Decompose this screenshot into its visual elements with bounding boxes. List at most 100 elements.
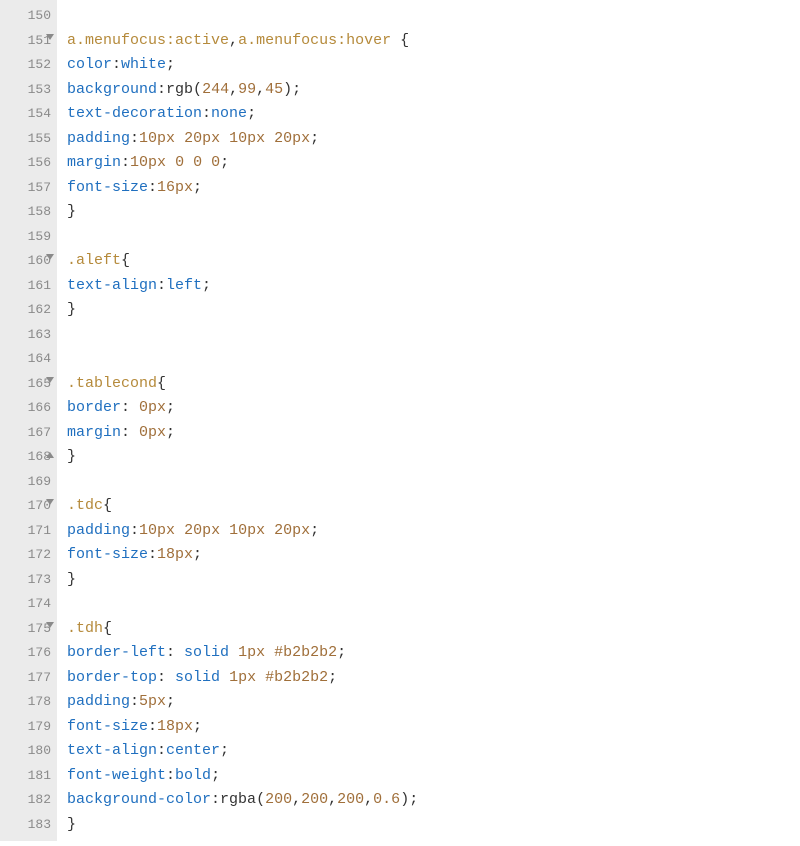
line-number: 164	[10, 347, 51, 372]
token-pseudo: :active	[166, 32, 229, 49]
line-number: 170	[10, 494, 51, 519]
code-line[interactable]: .tdh{	[67, 617, 800, 642]
code-editor[interactable]: 1501511521531541551561571581591601611621…	[0, 0, 800, 841]
token-punct: :	[121, 154, 130, 171]
line-number: 158	[10, 200, 51, 225]
token-valkw: none	[211, 105, 247, 122]
token-valkw: solid	[184, 644, 229, 661]
line-number: 155	[10, 127, 51, 152]
code-line[interactable]: }	[67, 298, 800, 323]
token-punct: }	[67, 448, 76, 465]
code-line[interactable]	[67, 4, 800, 29]
token-prop: color	[67, 56, 112, 73]
code-line[interactable]: padding:10px 20px 10px 20px;	[67, 127, 800, 152]
token-class: .tablecond	[67, 375, 157, 392]
line-number: 160	[10, 249, 51, 274]
code-line[interactable]: background:rgb(244,99,45);	[67, 78, 800, 103]
token-num: 20px	[184, 522, 220, 539]
token-punct: ;	[166, 399, 175, 416]
line-number: 156	[10, 151, 51, 176]
code-line[interactable]: font-size:16px;	[67, 176, 800, 201]
token-class: .tdh	[67, 620, 103, 637]
code-line[interactable]: font-size:18px;	[67, 715, 800, 740]
code-line[interactable]: .tdc{	[67, 494, 800, 519]
token-punct: ;	[247, 105, 256, 122]
line-number: 167	[10, 421, 51, 446]
token-punct: (	[193, 81, 202, 98]
token-punct: ;	[220, 154, 229, 171]
token-punct: ;	[166, 693, 175, 710]
token-prop: margin	[67, 424, 121, 441]
code-line[interactable]: margin: 0px;	[67, 421, 800, 446]
token-num: 244	[202, 81, 229, 98]
line-number: 183	[10, 813, 51, 838]
code-line[interactable]: font-weight:bold;	[67, 764, 800, 789]
token-punct: :	[130, 522, 139, 539]
token-punct: ;	[166, 424, 175, 441]
fold-open-icon[interactable]	[46, 254, 54, 260]
code-line[interactable]: .tablecond{	[67, 372, 800, 397]
token-class: .menufocus	[76, 32, 166, 49]
code-line[interactable]: text-decoration:none;	[67, 102, 800, 127]
code-area[interactable]: a.menufocus:active,a.menufocus:hover {co…	[57, 0, 800, 841]
token-num: 10px	[139, 130, 175, 147]
token-prop: font-size	[67, 546, 148, 563]
code-line[interactable]	[67, 592, 800, 617]
token-num: 18px	[157, 718, 193, 735]
token-num: 0	[175, 154, 184, 171]
code-line[interactable]: text-align:center;	[67, 739, 800, 764]
code-line[interactable]: border-left: solid 1px #b2b2b2;	[67, 641, 800, 666]
line-number: 162	[10, 298, 51, 323]
code-line[interactable]	[67, 323, 800, 348]
code-line[interactable]: a.menufocus:active,a.menufocus:hover {	[67, 29, 800, 54]
code-line[interactable]: .aleft{	[67, 249, 800, 274]
code-line[interactable]: margin:10px 0 0 0;	[67, 151, 800, 176]
token-ident	[220, 669, 229, 686]
line-number-gutter: 1501511521531541551561571581591601611621…	[0, 0, 57, 841]
token-prop: padding	[67, 693, 130, 710]
token-prop: padding	[67, 130, 130, 147]
fold-close-icon[interactable]	[46, 452, 54, 458]
token-punct: ;	[337, 644, 346, 661]
code-line[interactable]: }	[67, 568, 800, 593]
token-punct: ;	[310, 522, 319, 539]
token-num: 0	[211, 154, 220, 171]
code-line[interactable]: padding:5px;	[67, 690, 800, 715]
token-punct: ;	[220, 742, 229, 759]
fold-open-icon[interactable]	[46, 499, 54, 505]
token-num: 20px	[274, 522, 310, 539]
fold-open-icon[interactable]	[46, 622, 54, 628]
token-valkw: white	[121, 56, 166, 73]
code-line[interactable]: border-top: solid 1px #b2b2b2;	[67, 666, 800, 691]
token-punct: :	[112, 56, 121, 73]
code-line[interactable]: }	[67, 445, 800, 470]
token-ident	[229, 644, 238, 661]
token-punct: ;	[310, 130, 319, 147]
token-num: 18px	[157, 546, 193, 563]
token-prop: margin	[67, 154, 121, 171]
code-line[interactable]: }	[67, 200, 800, 225]
token-num: 20px	[274, 130, 310, 147]
code-line[interactable]: text-align:left;	[67, 274, 800, 299]
code-line[interactable]: padding:10px 20px 10px 20px;	[67, 519, 800, 544]
code-line[interactable]	[67, 225, 800, 250]
token-punct: ,	[292, 791, 301, 808]
token-valkw: solid	[175, 669, 220, 686]
code-line[interactable]	[67, 347, 800, 372]
token-num: 10px	[229, 522, 265, 539]
token-num: 200	[265, 791, 292, 808]
code-line[interactable]	[67, 470, 800, 495]
token-punct: ;	[202, 277, 211, 294]
token-punct: ;	[292, 81, 301, 98]
token-prop: font-size	[67, 179, 148, 196]
fold-open-icon[interactable]	[46, 377, 54, 383]
token-ident	[265, 644, 274, 661]
code-line[interactable]: color:white;	[67, 53, 800, 78]
code-line[interactable]: font-size:18px;	[67, 543, 800, 568]
fold-open-icon[interactable]	[46, 34, 54, 40]
code-line[interactable]: background-color:rgba(200,200,200,0.6);	[67, 788, 800, 813]
token-hex: #b2b2b2	[274, 644, 337, 661]
code-line[interactable]: }	[67, 813, 800, 838]
line-number: 157	[10, 176, 51, 201]
code-line[interactable]: border: 0px;	[67, 396, 800, 421]
